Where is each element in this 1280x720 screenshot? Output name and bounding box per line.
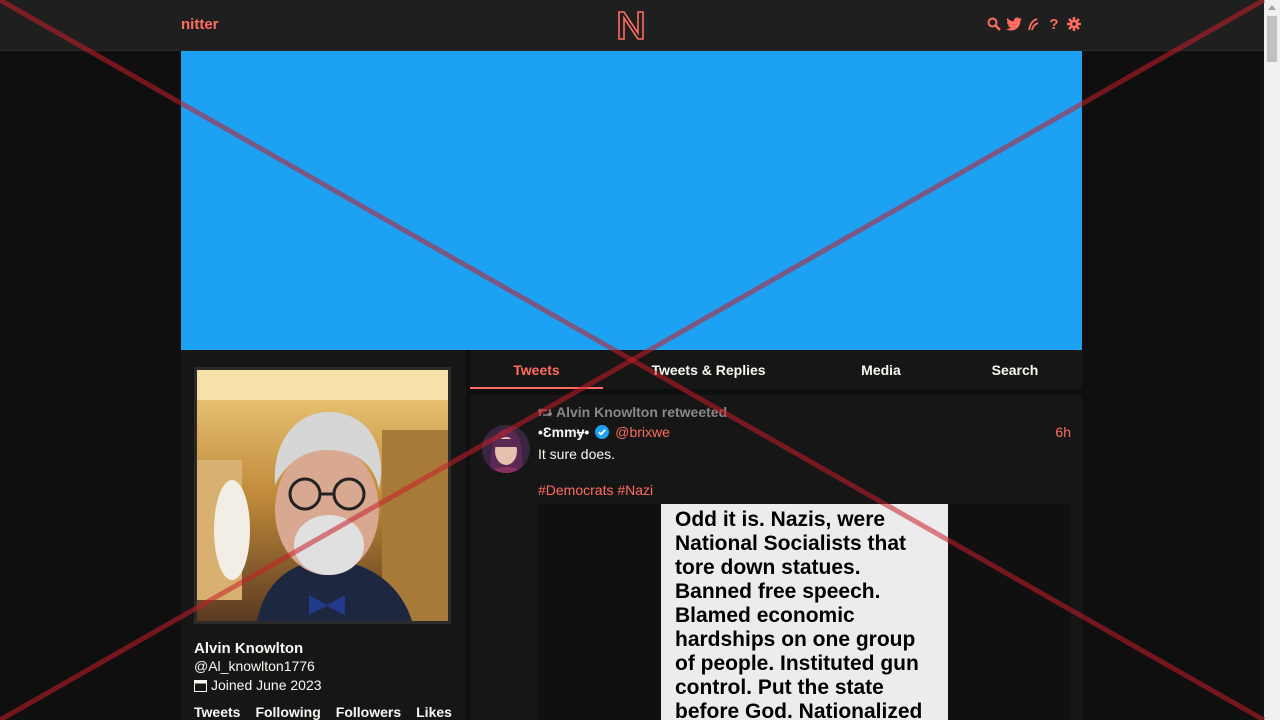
timeline-item[interactable]: Alvin Knowlton retweeted •Ɛmmɏ• @brixwe … (470, 395, 1082, 720)
retweet-text[interactable]: Alvin Knowlton retweeted (556, 404, 727, 420)
profile-card: Alvin Knowlton @Al_knowlton1776 Joined J… (181, 350, 466, 720)
retweet-header: Alvin Knowlton retweeted (538, 404, 727, 420)
verified-icon (595, 425, 610, 439)
profile-joindate: Joined June 2023 (194, 677, 322, 693)
tweet-date[interactable]: 6h (1055, 424, 1071, 440)
tab-tweets-replies[interactable]: Tweets & Replies (603, 350, 814, 389)
navbar: nitter ? (0, 0, 1264, 51)
tweet-username[interactable]: @brixwe (615, 424, 670, 440)
profile-fullname[interactable]: Alvin Knowlton (194, 640, 303, 657)
brand-link[interactable]: nitter (181, 16, 219, 33)
image-text-line: tore down statues. (675, 556, 861, 579)
stat-followers[interactable]: Followers (336, 704, 401, 720)
image-text-line: Odd it is. Nazis, were (675, 508, 886, 531)
rss-icon[interactable] (1026, 15, 1042, 33)
profile-avatar[interactable] (194, 367, 451, 624)
tweet-header: •Ɛmmɏ• @brixwe (538, 424, 670, 440)
image-text-line: control. Put the state (675, 676, 884, 699)
help-icon[interactable]: ? (1046, 15, 1062, 33)
stat-tweets[interactable]: Tweets (194, 704, 240, 720)
tweet-hashtags[interactable]: #Democrats #Nazi (538, 482, 653, 498)
tweet-fullname[interactable]: •Ɛmmɏ• (538, 424, 589, 440)
retweet-icon (538, 407, 552, 417)
stat-likes[interactable]: Likes (416, 704, 452, 720)
tweet-avatar[interactable] (482, 425, 530, 473)
twitter-bird-icon[interactable] (1006, 15, 1022, 33)
tab-search[interactable]: Search (948, 350, 1082, 389)
gear-icon[interactable] (1066, 15, 1082, 33)
tweet-text: It sure does. (538, 446, 616, 462)
image-text-line: before God. Nationalized (675, 700, 923, 720)
tab-media[interactable]: Media (814, 350, 948, 389)
image-text-line: of people. Instituted gun (675, 652, 919, 675)
scroll-up-arrow[interactable] (1268, 5, 1276, 10)
tab-tweets[interactable]: Tweets (470, 350, 603, 389)
calendar-icon (194, 679, 207, 692)
profile-username[interactable]: @Al_knowlton1776 (194, 658, 315, 674)
profile-stats: Tweets Following Followers Likes (194, 704, 452, 720)
image-text-line: National Socialists that (675, 532, 907, 555)
image-text-line: Blamed economic (675, 604, 855, 627)
image-text-line: hardships on one group (675, 628, 916, 651)
stat-following[interactable]: Following (255, 704, 320, 720)
scrollbar-thumb[interactable] (1267, 16, 1277, 62)
nav-icons: ? (986, 15, 1082, 33)
tweet-media[interactable]: Odd it is. Nazis, were National Socialis… (538, 504, 1071, 720)
joined-text: Joined June 2023 (211, 677, 322, 693)
page-scrollbar[interactable] (1264, 0, 1280, 720)
nitter-logo[interactable] (616, 9, 646, 41)
search-icon[interactable] (986, 15, 1002, 33)
profile-banner (181, 51, 1082, 350)
timeline-tabs: Tweets Tweets & Replies Media Search (470, 350, 1082, 389)
image-text-line: Banned free speech. (675, 580, 881, 603)
tweet-image[interactable]: Odd it is. Nazis, were National Socialis… (661, 504, 948, 720)
